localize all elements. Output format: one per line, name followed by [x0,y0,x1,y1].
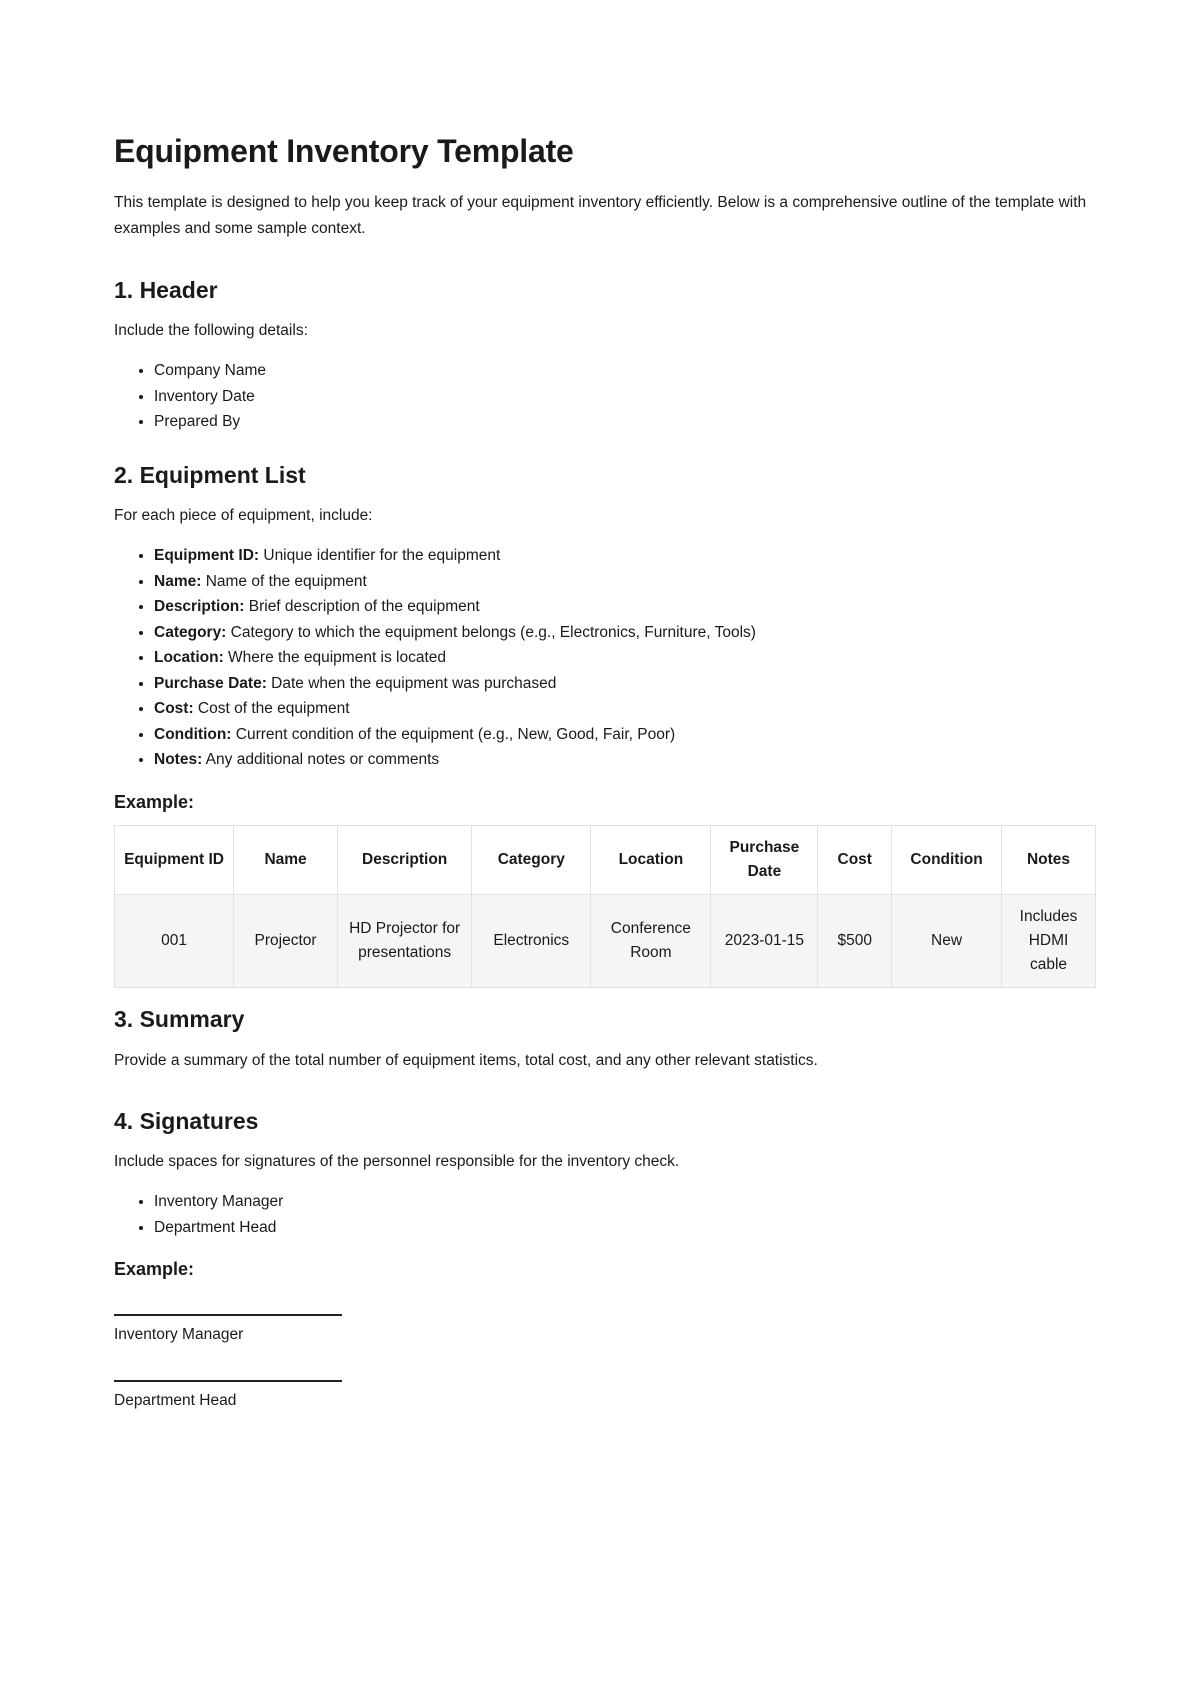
list-item: Notes: Any additional notes or comments [154,747,756,773]
column-header: Notes [1001,825,1096,895]
signature-line[interactable] [114,1380,342,1382]
list-item: Condition: Current condition of the equi… [154,722,756,748]
list-item: Department Head [154,1215,283,1241]
signatures-list: Inventory Manager Department Head [114,1189,283,1240]
column-header: Cost [817,825,893,895]
table-cell: Conference Room [590,894,712,988]
list-item: Company Name [154,358,266,384]
list-item: Purchase Date: Date when the equipment w… [154,671,756,697]
list-item: Inventory Manager [154,1189,283,1215]
field-desc: Current condition of the equipment (e.g.… [231,725,676,743]
section-heading-summary: 3. Summary [114,1006,245,1032]
column-header: Equipment ID [113,825,235,895]
field-term: Cost: [154,700,194,717]
table-row: 001 Projector HD Projector for presentat… [113,894,1096,988]
table-cell: New [891,894,1003,988]
field-desc: Any additional notes or comments [202,751,440,768]
column-header: Location [590,825,712,895]
field-desc: Brief description of the equipment [244,598,480,615]
field-term: Equipment ID: [154,547,260,564]
header-items-list: Company Name Inventory Date Prepared By [114,358,266,435]
signatures-lead: Include spaces for signatures of the per… [114,1153,680,1170]
table-cell: $500 [817,894,893,988]
list-item: Description: Brief description of the eq… [154,594,756,620]
field-desc: Name of the equipment [201,572,367,590]
equipment-example-table: Equipment ID Name Description Category L… [113,825,1096,988]
equipment-list-lead: For each piece of equipment, include: [114,507,373,524]
field-term: Category: [154,623,227,641]
field-term: Purchase Date: [154,674,267,692]
signatures-example-label: Example: [114,1259,195,1279]
list-item: Name: Name of the equipment [154,569,756,595]
field-term: Name: [154,572,202,590]
table-cell: Projector [233,894,339,988]
summary-text: Provide a summary of the total number of… [114,1052,818,1069]
column-header: Description [337,825,473,895]
table-cell: 2023-01-15 [710,894,819,988]
page-title: Equipment Inventory Template [114,133,574,169]
column-header: Condition [891,825,1003,895]
column-header: Purchase Date [710,825,819,895]
field-desc: Date when the equipment was purchased [266,674,557,692]
field-term: Description: [154,598,245,615]
list-item: Cost: Cost of the equipment [154,696,756,722]
table-header-row: Equipment ID Name Description Category L… [113,825,1096,895]
list-item: Equipment ID: Unique identifier for the … [154,543,756,569]
field-term: Notes: [154,751,203,768]
column-header: Name [233,825,339,895]
signature-label: Inventory Manager [114,1326,244,1343]
column-header: Category [471,825,592,895]
equipment-fields-list: Equipment ID: Unique identifier for the … [114,543,756,773]
signature-label: Department Head [114,1392,237,1409]
section-heading-header: 1. Header [114,277,218,303]
list-item: Prepared By [154,409,266,435]
example-label: Example: [114,792,195,812]
table-cell: HD Projector for presentations [337,894,473,988]
table-cell: 001 [113,894,235,988]
intro-paragraph: This template is designed to help you ke… [114,194,1087,237]
table-cell: Electronics [471,894,592,988]
section-heading-equipment-list: 2. Equipment List [114,462,306,488]
field-desc: Where the equipment is located [223,649,447,666]
list-item: Category: Category to which the equipmen… [154,620,756,646]
field-desc: Category to which the equipment belongs … [226,623,756,641]
section-heading-signatures: 4. Signatures [114,1108,259,1134]
field-desc: Unique identifier for the equipment [259,547,501,564]
field-term: Condition: [154,725,232,743]
list-item: Inventory Date [154,384,266,410]
header-lead: Include the following details: [114,322,308,339]
field-term: Location: [154,649,224,666]
signature-line[interactable] [114,1314,342,1316]
table-cell: Includes HDMI cable [1001,894,1096,988]
field-desc: Cost of the equipment [193,700,350,717]
list-item: Location: Where the equipment is located [154,645,756,671]
